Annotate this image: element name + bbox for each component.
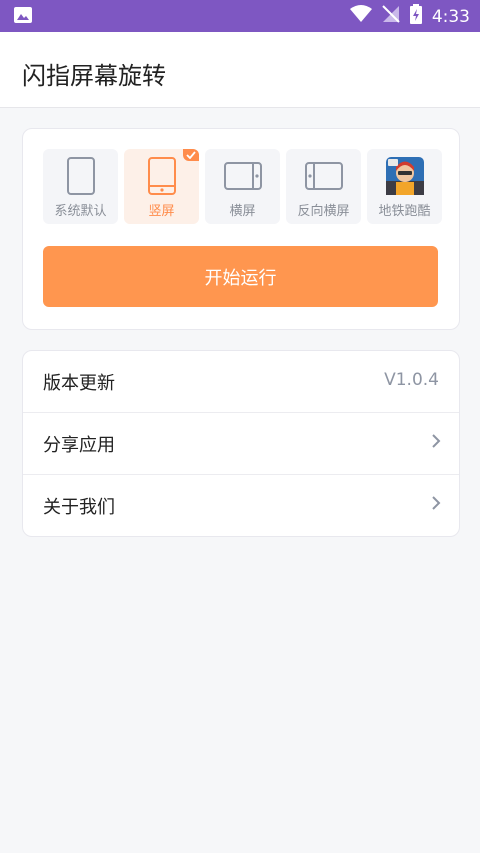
mode-label: 竖屏 xyxy=(148,204,175,219)
menu-card: 版本更新 V1.0.4 分享应用 关于我们 xyxy=(22,350,460,537)
menu-item-label: 分享应用 xyxy=(43,435,115,456)
landscape-icon xyxy=(205,155,280,197)
phone-outline-icon xyxy=(43,155,118,197)
chevron-right-icon xyxy=(431,433,441,453)
status-bar: 4:33 xyxy=(0,0,480,32)
mode-label: 横屏 xyxy=(229,204,256,219)
page-title: 闪指屏幕旋转 xyxy=(22,62,166,90)
mode-subway-surfers[interactable]: 地铁跑酷 xyxy=(367,149,442,224)
chevron-right-icon xyxy=(431,495,441,515)
menu-item-share-app[interactable]: 分享应用 xyxy=(23,413,459,475)
mode-portrait[interactable]: 竖屏 xyxy=(124,149,199,224)
menu-item-about-us[interactable]: 关于我们 xyxy=(23,475,459,536)
reverse-landscape-icon xyxy=(286,155,361,197)
app-bar: 闪指屏幕旋转 xyxy=(0,32,480,108)
mode-label: 反向横屏 xyxy=(297,204,350,219)
menu-item-label: 版本更新 xyxy=(43,373,115,394)
start-button[interactable]: 开始运行 xyxy=(43,246,438,307)
selected-check-icon xyxy=(183,149,199,161)
status-time: 4:33 xyxy=(431,6,470,27)
mode-reverse-landscape[interactable]: 反向横屏 xyxy=(286,149,361,224)
gallery-notification-icon xyxy=(14,7,32,27)
version-value: V1.0.4 xyxy=(384,370,439,390)
rotation-mode-card: 系统默认 竖屏 横屏 反向横屏 地铁跑酷 开始运行 xyxy=(22,128,460,330)
battery-charging-icon xyxy=(409,4,422,29)
mode-label: 系统默认 xyxy=(54,204,107,219)
no-signal-icon xyxy=(382,5,400,28)
rotation-mode-list: 系统默认 竖屏 横屏 反向横屏 地铁跑酷 xyxy=(43,149,442,224)
wifi-icon xyxy=(349,5,372,28)
mode-label: 地铁跑酷 xyxy=(378,204,431,219)
subway-surfers-app-icon xyxy=(367,155,442,197)
mode-system-default[interactable]: 系统默认 xyxy=(43,149,118,224)
menu-item-version-update[interactable]: 版本更新 V1.0.4 xyxy=(23,351,459,413)
portrait-icon xyxy=(124,155,199,197)
mode-landscape[interactable]: 横屏 xyxy=(205,149,280,224)
menu-item-label: 关于我们 xyxy=(43,497,115,518)
